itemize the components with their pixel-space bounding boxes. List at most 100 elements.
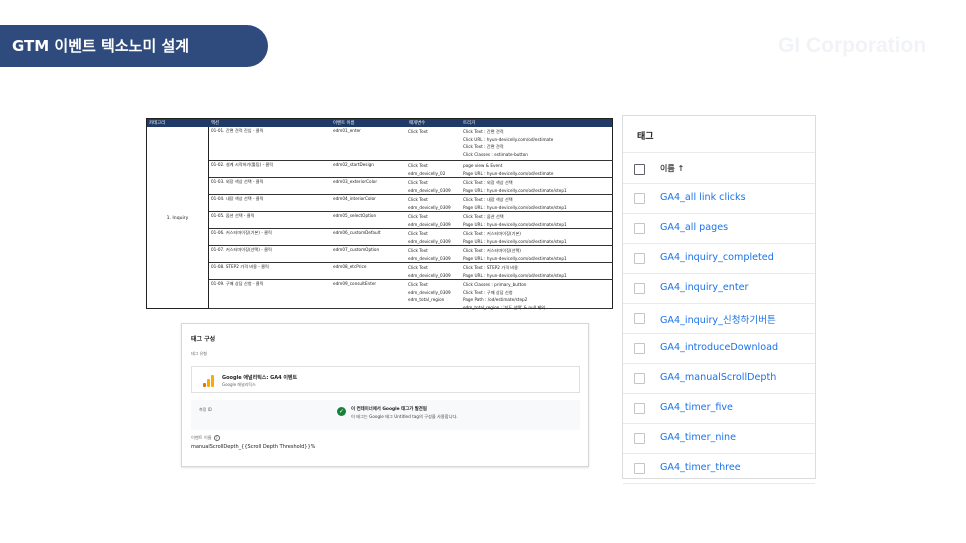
event-name-value[interactable]: manualScrollDepth_{{Scroll Depth Thresho… (191, 444, 315, 450)
parameter-line: Click Text (408, 180, 428, 185)
event-name-cell: edm01_enter (333, 128, 361, 133)
parameter-line: edm_devicelly_0309 (408, 238, 451, 244)
event-name-cell: edm09_consultEnter (333, 281, 377, 286)
tag-name-link[interactable]: GA4_timer_three (660, 462, 741, 473)
trigger-cell: Click Text : STEP2 가격 비용 Page URL : hyun-… (463, 264, 567, 279)
trigger-cell: Click Text : 간편 견적 Click URL : hyun-devic… (463, 128, 553, 158)
trigger-line: Click Text : 외장 색상 선택 (463, 180, 513, 185)
parameter-line: Click Text (408, 265, 428, 270)
trigger-cell: Click Text : 내장 색상 선택 Page URL : hyun-dev… (463, 196, 567, 211)
trigger-cell: page view & Event Page URL : hyun-devicel… (463, 162, 554, 177)
config-title: 태그 구성 (191, 336, 216, 343)
row-checkbox[interactable] (634, 343, 645, 354)
parameter-line: Click Text (408, 197, 428, 202)
tag-row[interactable]: GA4_inquiry_신청하기버튼 (623, 304, 815, 334)
tag-name-link[interactable]: GA4_manualScrollDepth (660, 372, 776, 383)
help-icon[interactable]: ? (213, 435, 220, 441)
row-checkbox[interactable] (634, 433, 645, 444)
parameter-line: edm_devicelly_0309 (408, 204, 451, 210)
event-name-cell: edm04_interiorColor (333, 196, 376, 201)
tag-row[interactable]: GA4_all link clicks (623, 184, 815, 214)
row-checkbox[interactable] (634, 283, 645, 294)
measurement-id-label: 측정 ID (199, 407, 212, 412)
column-header: 카테고리 (149, 121, 166, 126)
tag-row[interactable]: GA4_introduceDownload (623, 334, 815, 364)
tag-row[interactable]: GA4_all pages (623, 214, 815, 244)
tag-row[interactable]: GA4_inquiry_completed (623, 244, 815, 274)
row-checkbox[interactable] (634, 223, 645, 234)
tag-type-selector[interactable]: Google 애널리틱스: GA4 이벤트 Google 애널리틱스 (191, 366, 580, 393)
table-row: 01-05. 옵션 선택 - 클릭 edm05_selectOption Click… (209, 212, 613, 229)
table-row: 01-02. 설계 시작하기(툴팁) - 클릭 edm02_startDesign… (209, 161, 613, 178)
brand-logo: GI Corporation (778, 34, 927, 57)
select-all-checkbox[interactable] (634, 164, 645, 175)
event-name-cell: edm06_customDefault (333, 230, 381, 235)
row-checkbox[interactable] (634, 373, 645, 384)
parameter-line: edm_devicelly_0309 (408, 187, 451, 193)
trigger-cell: Click Classes : primary_button Click Text… (463, 281, 545, 311)
row-checkbox[interactable] (634, 463, 645, 474)
column-header: 액션 (211, 121, 220, 126)
check-circle-icon: ✓ (337, 407, 346, 416)
trigger-line: page view & Event (463, 163, 503, 168)
tag-name-link[interactable]: GA4_inquiry_신청하기버튼 (660, 312, 776, 326)
action-cell: 01-01. 간편 견적 진입 - 클릭 (211, 128, 264, 133)
trigger-line: edm_total_region : '지도 선택' & null 제외 (463, 304, 546, 310)
parameter-line: edm_devicelly_0309 (408, 272, 451, 278)
trigger-line: Page URL : hyun-devicelly.com/od/estimat… (463, 272, 567, 278)
tag-name-link[interactable]: GA4_all pages (660, 222, 728, 233)
action-cell: 01-09. 구매 상담 신청 - 클릭 (211, 281, 264, 286)
trigger-line: Page URL : hyun-devicelly.com/od/estimat… (463, 170, 554, 176)
parameters-cell: Click Text edm_devicelly_0309 edm_total_re… (408, 281, 451, 304)
google-tag-found-subtitle: 이 태그는 Google 태그 Untitled tag의 구성을 사용합니다. (351, 414, 458, 419)
action-cell: 01-04. 내장 색상 선택 - 클릭 (211, 196, 264, 201)
row-checkbox[interactable] (634, 253, 645, 264)
trigger-line: Click Text : 구매 상담 신청 (463, 289, 513, 295)
action-cell: 01-06. 커스터마이징(기본) - 클릭 (211, 230, 272, 235)
tag-type-subtitle: Google 애널리틱스 (222, 382, 256, 387)
trigger-cell: Click Text : 옵션 선택 Page URL : hyun-device… (463, 213, 567, 228)
trigger-line: Click Text : 간편 견적 (463, 144, 504, 150)
parameter-line: edm_devicelly_0309 (408, 289, 451, 295)
google-tag-found-title: 이 컨테이너에서 Google 태그가 발견됨 (351, 407, 427, 412)
measurement-id-section: 측정 ID ✓ 이 컨테이너에서 Google 태그가 발견됨 이 태그는 Go… (191, 400, 580, 430)
tag-name-link[interactable]: GA4_all link clicks (660, 192, 746, 203)
tag-row[interactable]: GA4_timer_five (623, 394, 815, 424)
row-checkbox[interactable] (634, 313, 645, 324)
trigger-line: Click Text : STEP2 가격 비용 (463, 265, 518, 270)
table-row: 01-07. 커스터마이징(선택) - 클릭 edm07_customOption… (209, 246, 613, 263)
tag-row[interactable]: GA4_timer_three (623, 454, 815, 484)
parameter-line: Click Text (408, 129, 428, 134)
parameter-line: Click Text (408, 231, 428, 236)
row-checkbox[interactable] (634, 403, 645, 414)
tag-list-header: 이름 ↑ (623, 152, 815, 184)
name-column-sort[interactable]: 이름 ↑ (660, 163, 684, 174)
tag-row[interactable]: GA4_manualScrollDepth (623, 364, 815, 394)
table-row: 01-04. 내장 색상 선택 - 클릭 edm04_interiorColor C… (209, 195, 613, 212)
parameters-cell: Click Text (408, 128, 428, 136)
tag-name-link[interactable]: GA4_inquiry_enter (660, 282, 749, 293)
tag-name-link[interactable]: GA4_timer_five (660, 402, 733, 413)
tag-type-label: 태그 유형 (191, 351, 207, 356)
parameters-cell: Click Text edm_devicelly_0309 (408, 213, 451, 228)
trigger-line: Click Classes : primary_button (463, 282, 527, 287)
tag-row[interactable]: GA4_inquiry_enter (623, 274, 815, 304)
tag-name-link[interactable]: GA4_introduceDownload (660, 342, 778, 353)
tag-name-link[interactable]: GA4_timer_nine (660, 432, 736, 443)
taxonomy-table: 카테고리 액션 이벤트 이름 매개변수 트리거 1. Inquiry 01-01… (146, 118, 613, 311)
trigger-line: Click Text : 내장 색상 선택 (463, 197, 513, 202)
trigger-line: Page URL : hyun-devicelly.com/od/estimat… (463, 255, 567, 261)
tag-name-link[interactable]: GA4_inquiry_completed (660, 252, 774, 263)
category-cell: 1. Inquiry (147, 127, 209, 309)
action-cell: 01-02. 설계 시작하기(툴팁) - 클릭 (211, 162, 274, 167)
row-checkbox[interactable] (634, 193, 645, 204)
column-header: 이벤트 이름 (333, 121, 355, 126)
table-header: 카테고리 액션 이벤트 이름 매개변수 트리거 (147, 119, 612, 127)
tag-row[interactable]: GA4_timer_nine (623, 424, 815, 454)
tag-list-title: 태그 (637, 132, 654, 142)
parameters-cell: Click Text edm_devicelly_0309 (408, 179, 451, 194)
trigger-line: Page URL : hyun-devicelly.com/od/estimat… (463, 204, 567, 210)
event-name-label: 이벤트 이름? (191, 435, 220, 441)
parameters-cell: Click Text edm_devicelly_0309 (408, 247, 451, 262)
trigger-cell: Click Text : 외장 색상 선택 Page URL : hyun-dev… (463, 179, 567, 194)
